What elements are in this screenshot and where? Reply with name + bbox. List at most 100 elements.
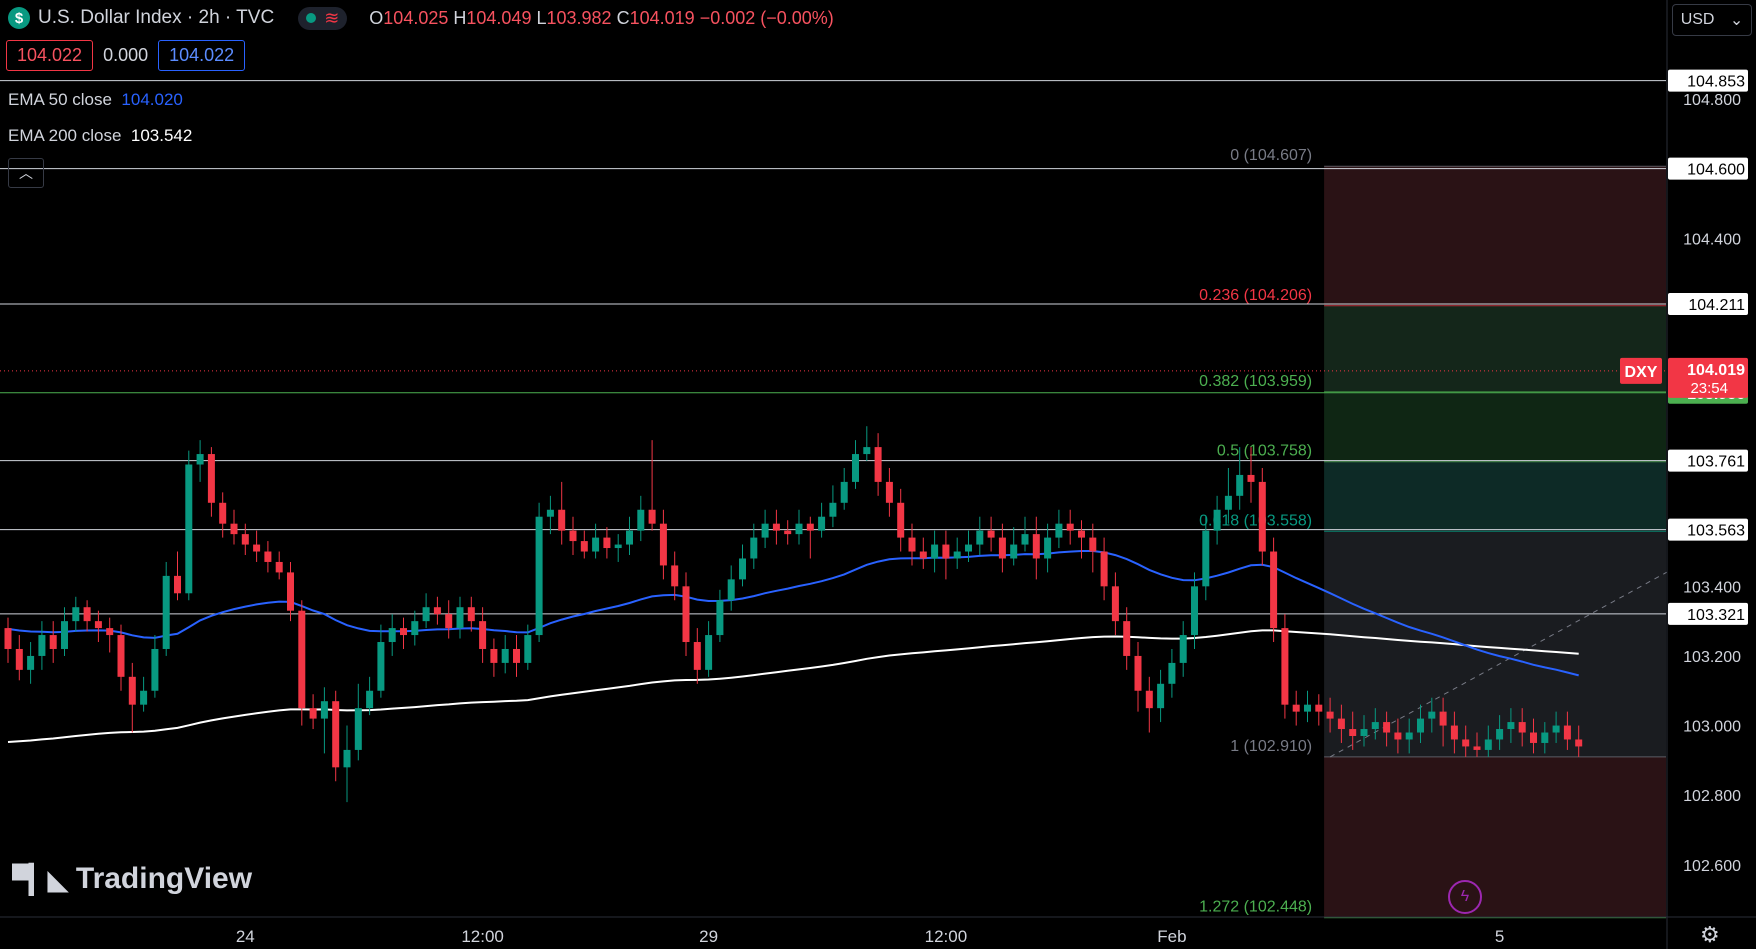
candle [140, 676, 148, 712]
gear-icon[interactable]: ⚙ [1700, 922, 1720, 948]
candle-body [1066, 523, 1074, 531]
candle-body [1484, 739, 1492, 750]
candle-body [1123, 621, 1131, 656]
candle [739, 544, 746, 587]
candle [976, 516, 984, 555]
candle-body [885, 481, 893, 503]
candle-body [1315, 704, 1323, 712]
candle-body [1032, 534, 1040, 559]
candle [1315, 694, 1323, 726]
wave-icon: ≋ [324, 7, 340, 28]
candle [569, 516, 577, 555]
candle [716, 589, 724, 643]
candle-body [784, 530, 792, 535]
candle [637, 495, 645, 542]
candle-body [772, 523, 780, 531]
candle-body [829, 502, 837, 517]
candle-body [479, 621, 487, 649]
ema200-legend[interactable]: EMA 200 close 103.542 [8, 126, 192, 146]
candle [1078, 520, 1085, 559]
candle-body [1134, 655, 1142, 691]
chevron-up-icon: ︿ [19, 165, 33, 181]
y-tick-label: 103.000 [1683, 719, 1741, 736]
candle [998, 523, 1006, 573]
spread-value: 0.000 [103, 45, 149, 65]
candle-body [513, 648, 520, 663]
symbol-title[interactable]: U.S. Dollar Index · 2h · TVC [38, 7, 274, 29]
candle [174, 551, 181, 601]
candle-body [1145, 690, 1153, 709]
candle-body [1010, 544, 1018, 559]
candle [445, 600, 453, 639]
candle [433, 596, 441, 625]
candle [659, 509, 667, 580]
candle-body [298, 610, 306, 709]
candle-body [874, 447, 882, 482]
level-tag-label: 104.600 [1687, 162, 1745, 179]
candle-body [377, 642, 385, 691]
candle-body [1552, 725, 1560, 733]
candle-body [919, 551, 927, 559]
candle-body [1428, 711, 1436, 719]
candle-body [151, 648, 159, 691]
candle-body [592, 537, 600, 552]
market-status[interactable]: ≋ [298, 6, 348, 30]
candle-body [569, 530, 577, 542]
symbol-tag-label: DXY [1625, 364, 1658, 381]
candle-body [603, 537, 611, 549]
candle [388, 614, 396, 656]
candle [27, 642, 35, 684]
candle-body [739, 558, 746, 580]
ema200-value: 103.542 [130, 126, 193, 145]
candle-body [196, 454, 204, 465]
level-tag-label: 104.853 [1687, 74, 1745, 91]
lightning-icon[interactable]: ϟ [1448, 880, 1482, 914]
candle [151, 635, 159, 698]
candle [230, 509, 238, 545]
candle-body [761, 523, 769, 538]
candle [479, 607, 487, 663]
buy-price-button[interactable]: 104.022 [158, 40, 246, 71]
candle-body [671, 565, 679, 587]
candle-body [1349, 729, 1357, 736]
candle-body [897, 502, 905, 538]
level-tag-label: 103.761 [1687, 454, 1745, 471]
candle-body [1179, 635, 1187, 663]
candle [207, 447, 215, 517]
collapse-legend-button[interactable]: ︿ [8, 158, 44, 188]
candle [467, 596, 475, 632]
candle-body [1055, 523, 1063, 538]
level-tag-label: 103.563 [1687, 523, 1745, 540]
y-tick-label: 103.400 [1683, 579, 1741, 596]
candle-body [1541, 732, 1549, 743]
price-chart[interactable]: 0 (104.607) 0.236 (104.206) 0.382 (103.959… [0, 0, 1756, 949]
candle [795, 509, 803, 545]
candle [558, 481, 566, 545]
candle [275, 551, 283, 580]
candle-body [1270, 551, 1278, 629]
ema50-legend[interactable]: EMA 50 close 104.020 [8, 90, 183, 110]
x-tick-label: Feb [1157, 927, 1186, 946]
sell-price-button[interactable]: 104.022 [6, 40, 94, 71]
fib-label: 0 (104.607) [1230, 147, 1312, 164]
y-tick-label: 102.600 [1683, 858, 1741, 875]
candle [106, 617, 114, 653]
candle [287, 561, 294, 622]
candle-body [908, 537, 916, 552]
candle [750, 523, 758, 569]
candle-body [1450, 725, 1458, 740]
candle-body [354, 708, 362, 750]
candle-body [1439, 711, 1447, 726]
candle-body [1292, 704, 1300, 712]
candle [264, 541, 272, 573]
candle [1179, 621, 1187, 677]
candle-body [61, 621, 68, 649]
ema50-value: 104.020 [121, 90, 183, 109]
candle-body [433, 607, 441, 615]
fib-label: 0.236 (104.206) [1199, 287, 1312, 304]
currency-selector[interactable]: USD ⌄ [1672, 4, 1752, 36]
candle [1168, 648, 1176, 698]
candle-body [614, 544, 622, 549]
candle-body [1496, 729, 1504, 740]
candle-body [1360, 729, 1368, 736]
